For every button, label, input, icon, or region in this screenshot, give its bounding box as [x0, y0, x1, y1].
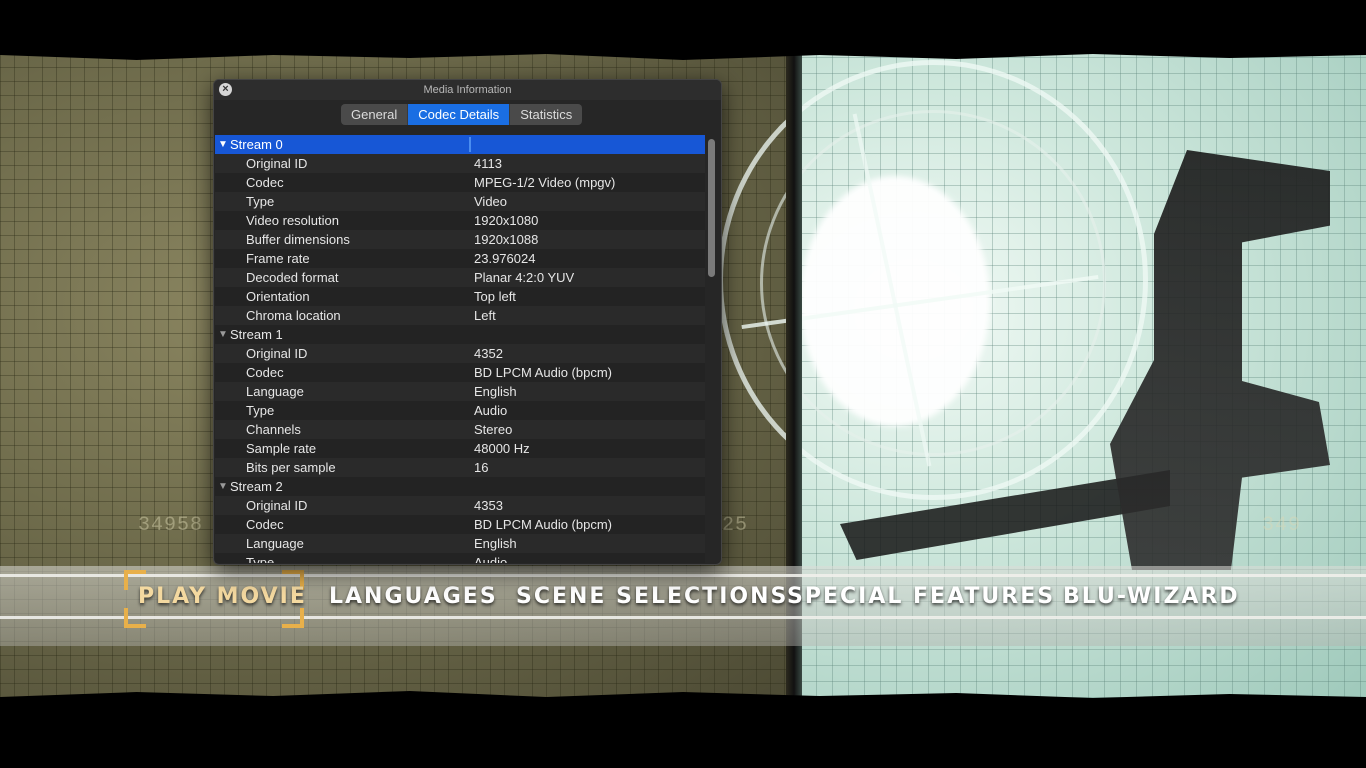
stream-title: Stream 1 [230, 327, 283, 342]
property-key: Original ID [246, 346, 308, 361]
property-key: Buffer dimensions [246, 232, 350, 247]
disclosure-triangle-icon[interactable]: ▼ [218, 477, 230, 496]
window-titlebar: × Media Information [214, 80, 721, 100]
stream-group-row[interactable]: ▼ Stream 1 [215, 325, 705, 344]
property-key: Frame rate [246, 251, 310, 266]
property-value: 4353 [474, 498, 503, 513]
overlay-number-right: 349 [1262, 514, 1302, 537]
menu-languages[interactable]: LANGUAGES [329, 584, 498, 609]
vertical-scrollbar[interactable] [708, 139, 715, 559]
property-key: Type [246, 194, 275, 209]
property-row[interactable]: Frame rate 23.976024 [215, 249, 705, 268]
property-row[interactable]: Type Audio [215, 401, 705, 420]
stream-title: Stream 2 [230, 479, 283, 494]
segmented-tabs: General Codec Details Statistics [341, 104, 583, 125]
tab-codec-details[interactable]: Codec Details [408, 104, 511, 125]
menu-play-movie[interactable]: PLAY MOVIE [138, 584, 307, 609]
menu-special-features[interactable]: SPECIAL FEATURES [787, 584, 1055, 609]
property-row[interactable]: Original ID 4352 [215, 344, 705, 363]
property-key: Chroma location [246, 308, 341, 323]
property-row[interactable]: Language English [215, 382, 705, 401]
property-key: Codec [246, 517, 284, 532]
close-icon[interactable]: × [219, 83, 232, 96]
property-row[interactable]: Type Video [215, 192, 705, 211]
property-key: Sample rate [246, 441, 317, 456]
overlay-number-left: 34958 [138, 514, 204, 537]
codec-details-outline[interactable]: ▼ Stream 0 Original ID 4113 Codec MPEG-1/2 Vi… [215, 135, 705, 563]
property-row[interactable]: Bits per sample 16 [215, 458, 705, 477]
menu-scene-selections[interactable]: SCENE SELECTIONS [516, 584, 788, 609]
media-information-window: × Media Information General Codec Detail… [213, 79, 722, 565]
property-row[interactable]: Orientation Top left [215, 287, 705, 306]
property-key: Decoded format [246, 270, 339, 285]
property-value: 1920x1080 [474, 213, 539, 228]
tab-statistics[interactable]: Statistics [510, 104, 582, 125]
disclosure-triangle-icon[interactable]: ▼ [218, 325, 230, 344]
property-value: Audio [474, 555, 508, 563]
property-row[interactable]: Codec BD LPCM Audio (bpcm) [215, 363, 705, 382]
property-key: Codec [246, 365, 284, 380]
disc-menu: PLAY MOVIE LANGUAGES SCENE SELECTIONS SP… [0, 576, 1366, 622]
property-value: English [474, 536, 517, 551]
property-row[interactable]: Chroma location Left [215, 306, 705, 325]
property-key: Orientation [246, 289, 310, 304]
property-value: Audio [474, 403, 508, 418]
property-key: Language [246, 536, 304, 551]
property-key: Language [246, 384, 304, 399]
property-key: Original ID [246, 498, 308, 513]
property-row[interactable]: Decoded format Planar 4:2:0 YUV [215, 268, 705, 287]
column-separator [469, 137, 471, 152]
property-value: BD LPCM Audio (bpcm) [474, 365, 612, 380]
property-row[interactable]: Buffer dimensions 1920x1088 [215, 230, 705, 249]
property-value: 1920x1088 [474, 232, 539, 247]
property-value: Stereo [474, 422, 513, 437]
property-row[interactable]: Channels Stereo [215, 420, 705, 439]
property-row[interactable]: Codec MPEG-1/2 Video (mpgv) [215, 173, 705, 192]
tab-general[interactable]: General [341, 104, 409, 125]
stream-group-row[interactable]: ▼ Stream 2 [215, 477, 705, 496]
property-row[interactable]: Type Audio [215, 553, 705, 563]
property-value: Left [474, 308, 496, 323]
property-value: 23.976024 [474, 251, 536, 266]
tab-bar: General Codec Details Statistics [214, 100, 721, 134]
property-value: English [474, 384, 517, 399]
property-value: BD LPCM Audio (bpcm) [474, 517, 612, 532]
property-value: 4113 [474, 156, 502, 171]
property-row[interactable]: Sample rate 48000 Hz [215, 439, 705, 458]
stream-group-row[interactable]: ▼ Stream 0 [215, 135, 705, 154]
property-row[interactable]: Language English [215, 534, 705, 553]
window-title: Media Information [423, 84, 512, 96]
property-key: Original ID [246, 156, 308, 171]
property-row[interactable]: Original ID 4113 [215, 154, 705, 173]
property-row[interactable]: Original ID 4353 [215, 496, 705, 515]
stream-title: Stream 0 [230, 137, 283, 152]
disclosure-triangle-icon[interactable]: ▼ [218, 135, 230, 154]
property-key: Type [246, 403, 275, 418]
scrollbar-thumb[interactable] [708, 139, 715, 277]
overlay-number-mid: 25 [722, 514, 749, 537]
menu-blu-wizard[interactable]: BLU-WIZARD [1063, 584, 1240, 609]
property-value: 48000 Hz [474, 441, 530, 456]
property-value: 4352 [474, 346, 503, 361]
property-value: MPEG-1/2 Video (mpgv) [474, 175, 616, 190]
property-value: Video [474, 194, 508, 209]
property-key: Video resolution [246, 213, 339, 228]
property-key: Type [246, 555, 275, 563]
property-value: 16 [474, 460, 489, 475]
property-key: Bits per sample [246, 460, 336, 475]
property-key: Channels [246, 422, 301, 437]
property-row[interactable]: Codec BD LPCM Audio (bpcm) [215, 515, 705, 534]
property-value: Planar 4:2:0 YUV [474, 270, 575, 285]
property-row[interactable]: Video resolution 1920x1080 [215, 211, 705, 230]
property-value: Top left [474, 289, 516, 304]
property-key: Codec [246, 175, 284, 190]
